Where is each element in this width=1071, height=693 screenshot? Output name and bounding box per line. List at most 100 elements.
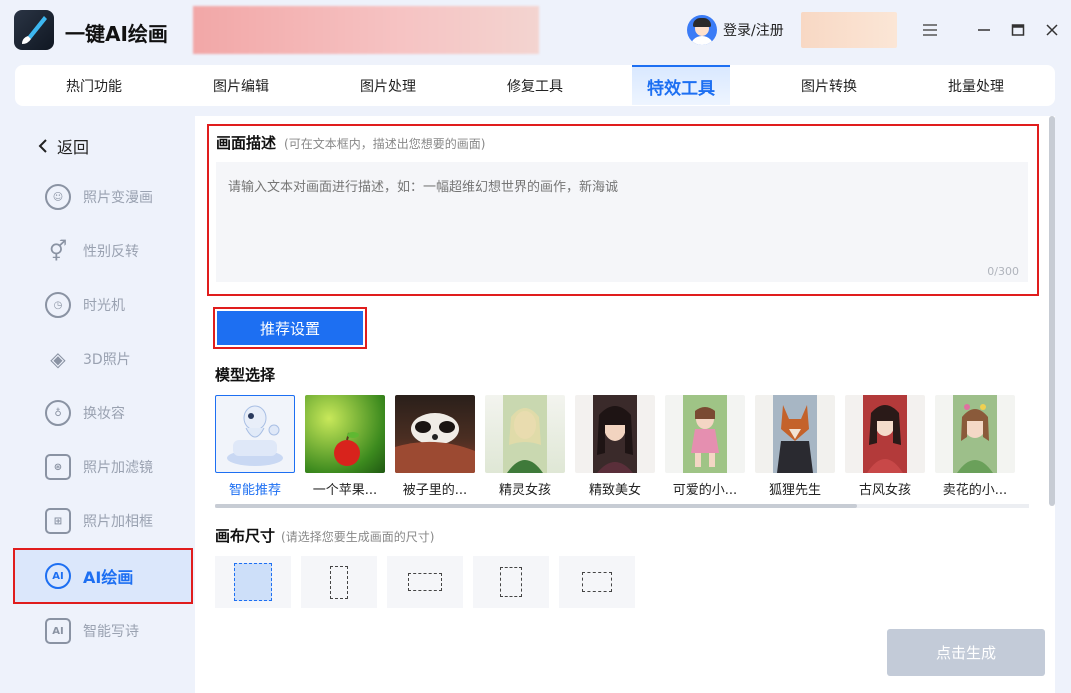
- sidebar-item-frame[interactable]: ⊞ 照片加相框: [15, 494, 193, 548]
- square-shape-icon: [234, 563, 272, 601]
- login-button[interactable]: 登录/注册: [687, 15, 784, 45]
- sidebar-item-ai-poem[interactable]: AI 智能写诗: [15, 604, 193, 658]
- model-label: 一个苹果...: [312, 483, 378, 498]
- cute-girl-thumbnail-icon: [665, 395, 745, 473]
- top-tab-bar: 热门功能 图片编辑 图片处理 修复工具 特效工具 图片转换 批量处理: [15, 65, 1055, 106]
- description-input[interactable]: [216, 162, 1028, 282]
- sidebar-item-label: 照片加相框: [83, 514, 153, 530]
- ancient-girl-thumbnail-icon: [845, 395, 925, 473]
- main-panel: 画面描述 (可在文本框内，描述出您想要的画面) 0/300 推荐设置 模型选择 智…: [195, 116, 1055, 693]
- back-button[interactable]: 返回: [37, 134, 89, 158]
- tab-repair-tools[interactable]: 修复工具: [486, 65, 584, 106]
- menu-icon[interactable]: [918, 18, 942, 42]
- back-label: 返回: [57, 138, 90, 157]
- model-label: 可爱的小...: [672, 483, 738, 498]
- maximize-icon[interactable]: [1006, 18, 1030, 42]
- banner-ad[interactable]: [193, 6, 539, 54]
- face-icon: ☺: [45, 184, 71, 210]
- fox-thumbnail-icon: [755, 395, 835, 473]
- model-item-blanket[interactable]: 被子里的...: [395, 395, 475, 498]
- sidebar-item-time-machine[interactable]: ◷ 时光机: [15, 278, 193, 332]
- sidebar-item-label: AI绘画: [83, 568, 134, 587]
- tab-effect-tools[interactable]: 特效工具: [632, 65, 730, 105]
- elf-girl-thumbnail-icon: [485, 395, 565, 473]
- description-title: 画面描述 (可在文本框内，描述出您想要的画面): [216, 132, 485, 153]
- model-list-scrollbar[interactable]: [215, 504, 1029, 508]
- flower-girl-thumbnail-icon: [935, 395, 1015, 473]
- portrait-shape-icon: [500, 567, 522, 597]
- robot-thumbnail-icon: [215, 395, 295, 473]
- apple-thumbnail-icon: [305, 395, 385, 473]
- sidebar-item-gender-swap[interactable]: ⚥ 性别反转: [15, 224, 193, 278]
- model-item-flower-girl[interactable]: 卖花的小...: [935, 395, 1015, 498]
- login-label: 登录/注册: [723, 23, 784, 39]
- size-option-portrait[interactable]: [473, 556, 549, 608]
- landscape-shape-icon: [582, 572, 612, 592]
- model-item-cute[interactable]: 可爱的小...: [665, 395, 745, 498]
- model-item-fox[interactable]: 狐狸先生: [755, 395, 835, 498]
- clock-icon: ◷: [45, 292, 71, 318]
- filter-icon: ⊛: [45, 454, 71, 480]
- model-label: 智能推荐: [228, 483, 281, 498]
- recommend-settings-label: 推荐设置: [217, 311, 363, 345]
- beauty-thumbnail-icon: [575, 395, 655, 473]
- sidebar: 返回 ☺ 照片变漫画 ⚥ 性别反转 ◷ 时光机 ◈ 3D照片 ♁ 换妆容 ⊛ 照…: [13, 116, 195, 693]
- model-select-title: 模型选择: [215, 366, 276, 384]
- size-option-landscape-wide[interactable]: [387, 556, 463, 608]
- tab-batch-process[interactable]: 批量处理: [927, 65, 1025, 106]
- model-label: 狐狸先生: [768, 483, 821, 498]
- sidebar-item-label: 性别反转: [83, 244, 139, 260]
- tab-image-process[interactable]: 图片处理: [339, 65, 437, 106]
- sidebar-item-label: 3D照片: [83, 352, 131, 368]
- model-label: 被子里的...: [402, 483, 468, 498]
- sidebar-item-3d-photo[interactable]: ◈ 3D照片: [15, 332, 193, 386]
- sidebar-item-label: 时光机: [83, 298, 125, 314]
- model-item-ancient-girl[interactable]: 古风女孩: [845, 395, 925, 498]
- portrait-tall-shape-icon: [330, 565, 348, 599]
- sidebar-item-filter[interactable]: ⊛ 照片加滤镜: [15, 440, 193, 494]
- size-option-landscape[interactable]: [559, 556, 635, 608]
- description-section: 画面描述 (可在文本框内，描述出您想要的画面) 0/300: [207, 124, 1039, 296]
- sidebar-item-label: 换妆容: [83, 406, 125, 422]
- minimize-icon[interactable]: [972, 18, 996, 42]
- model-item-apple[interactable]: 一个苹果...: [305, 395, 385, 498]
- sidebar-item-label: 智能写诗: [83, 624, 139, 640]
- model-label: 精灵女孩: [498, 483, 551, 498]
- sidebar-item-label: 照片加滤镜: [83, 460, 153, 476]
- model-item-elf-girl[interactable]: 精灵女孩: [485, 395, 565, 498]
- size-option-square[interactable]: [215, 556, 291, 608]
- gender-icon: ⚥: [48, 239, 68, 263]
- char-counter: 0/300: [987, 265, 1019, 278]
- generate-button[interactable]: 点击生成: [887, 629, 1045, 676]
- close-icon[interactable]: [1040, 18, 1064, 42]
- model-label: 卖花的小...: [942, 483, 1008, 498]
- landscape-wide-shape-icon: [408, 573, 442, 591]
- title-bar: 一键AI绘画 登录/注册: [0, 0, 1071, 62]
- canvas-size-title: 画布尺寸 (请选择您要生成画面的尺寸): [215, 525, 434, 546]
- model-label: 古风女孩: [858, 483, 911, 498]
- description-hint: (可在文本框内，描述出您想要的画面): [284, 137, 486, 151]
- makeup-icon: ♁: [45, 400, 71, 426]
- promo-badge[interactable]: [801, 12, 897, 48]
- animal-thumbnail-icon: [395, 395, 475, 473]
- user-avatar-icon: [687, 15, 717, 45]
- sidebar-item-ai-painting[interactable]: AI AI绘画: [13, 548, 193, 604]
- sidebar-item-photo-to-comic[interactable]: ☺ 照片变漫画: [15, 170, 193, 224]
- sidebar-item-label: 照片变漫画: [83, 190, 153, 206]
- tab-image-edit[interactable]: 图片编辑: [192, 65, 290, 106]
- sidebar-item-makeup[interactable]: ♁ 换妆容: [15, 386, 193, 440]
- tab-image-convert[interactable]: 图片转换: [780, 65, 878, 106]
- frame-icon: ⊞: [45, 508, 71, 534]
- model-item-beauty[interactable]: 精致美女: [575, 395, 655, 498]
- chevron-left-icon: [38, 139, 47, 153]
- tab-hot-features[interactable]: 热门功能: [45, 65, 143, 106]
- recommend-settings-button[interactable]: 推荐设置: [213, 307, 367, 349]
- layers-icon: ◈: [50, 347, 66, 371]
- model-list: 智能推荐 一个苹果... 被子里的... 精灵女孩 精致美女 可爱的小... 狐…: [215, 395, 1029, 503]
- model-item-smart[interactable]: 智能推荐: [215, 395, 295, 498]
- main-vertical-scrollbar[interactable]: [1049, 116, 1055, 506]
- canvas-size-title-text: 画布尺寸: [215, 527, 276, 545]
- ai-paint-icon: AI: [45, 563, 71, 589]
- model-label: 精致美女: [588, 483, 641, 498]
- size-option-portrait-tall[interactable]: [301, 556, 377, 608]
